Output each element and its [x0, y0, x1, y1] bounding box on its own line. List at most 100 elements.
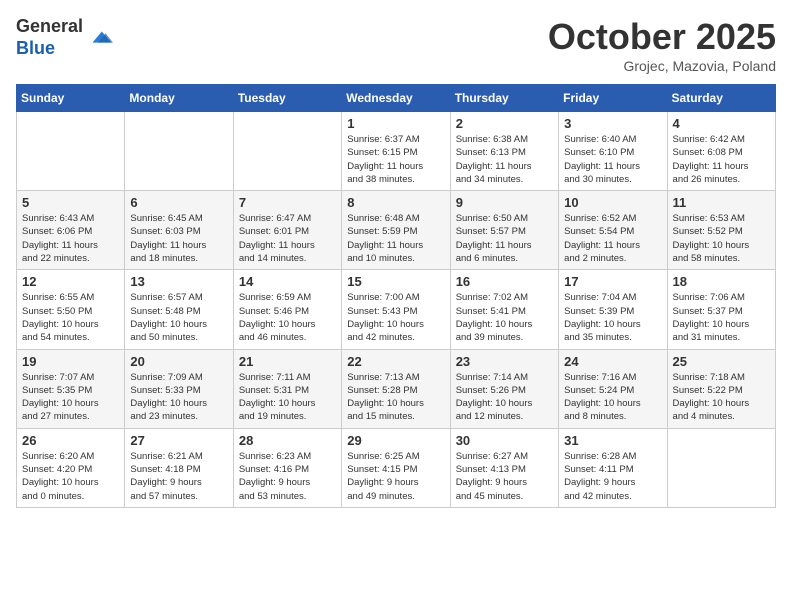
day-info: Sunrise: 7:09 AM Sunset: 5:33 PM Dayligh…: [130, 371, 227, 424]
day-number: 12: [22, 274, 119, 289]
day-header-wednesday: Wednesday: [342, 85, 450, 112]
calendar-cell: [233, 112, 341, 191]
calendar-cell: 11Sunrise: 6:53 AM Sunset: 5:52 PM Dayli…: [667, 191, 775, 270]
calendar-cell: [17, 112, 125, 191]
location: Grojec, Mazovia, Poland: [548, 58, 776, 74]
day-number: 26: [22, 433, 119, 448]
calendar-cell: [125, 112, 233, 191]
day-number: 20: [130, 354, 227, 369]
calendar-cell: 2 Sunrise: 6:38 AM Sunset: 6:13 PM Daylig…: [450, 112, 558, 191]
day-info: Sunrise: 6:55 AM Sunset: 5:50 PM Dayligh…: [22, 291, 119, 344]
day-info: Sunrise: 6:37 AM Sunset: 6:15 PM Dayligh…: [347, 133, 444, 186]
day-info: Sunrise: 6:20 AM Sunset: 4:20 PM Dayligh…: [22, 450, 119, 503]
calendar-table: SundayMondayTuesdayWednesdayThursdayFrid…: [16, 84, 776, 508]
day-number: 16: [456, 274, 553, 289]
logo-general: General: [16, 16, 83, 36]
title-block: October 2025 Grojec, Mazovia, Poland: [548, 16, 776, 74]
day-header-monday: Monday: [125, 85, 233, 112]
day-info: Sunrise: 6:52 AM Sunset: 5:54 PM Dayligh…: [564, 212, 661, 265]
day-number: 13: [130, 274, 227, 289]
calendar-cell: 6Sunrise: 6:45 AM Sunset: 6:03 PM Daylig…: [125, 191, 233, 270]
calendar-cell: [667, 428, 775, 507]
day-info: Sunrise: 6:43 AM Sunset: 6:06 PM Dayligh…: [22, 212, 119, 265]
calendar-cell: 4 Sunrise: 6:42 AM Sunset: 6:08 PM Daylig…: [667, 112, 775, 191]
calendar-cell: 10 Sunrise: 6:52 AM Sunset: 5:54 PM Dayli…: [559, 191, 667, 270]
calendar-cell: 30 Sunrise: 6:27 AM Sunset: 4:13 PM Dayli…: [450, 428, 558, 507]
day-info: Sunrise: 6:40 AM Sunset: 6:10 PM Dayligh…: [564, 133, 661, 186]
day-number: 25: [673, 354, 770, 369]
day-info: Sunrise: 6:38 AM Sunset: 6:13 PM Dayligh…: [456, 133, 553, 186]
calendar-cell: 26 Sunrise: 6:20 AM Sunset: 4:20 PM Dayli…: [17, 428, 125, 507]
day-header-tuesday: Tuesday: [233, 85, 341, 112]
day-number: 7: [239, 195, 336, 210]
day-number: 14: [239, 274, 336, 289]
day-number: 29: [347, 433, 444, 448]
calendar-cell: 3Sunrise: 6:40 AM Sunset: 6:10 PM Daylig…: [559, 112, 667, 191]
calendar-cell: 16 Sunrise: 7:02 AM Sunset: 5:41 PM Dayli…: [450, 270, 558, 349]
day-header-sunday: Sunday: [17, 85, 125, 112]
day-info: Sunrise: 6:50 AM Sunset: 5:57 PM Dayligh…: [456, 212, 553, 265]
day-number: 10: [564, 195, 661, 210]
day-info: Sunrise: 6:27 AM Sunset: 4:13 PM Dayligh…: [456, 450, 553, 503]
calendar-cell: 12 Sunrise: 6:55 AM Sunset: 5:50 PM Dayli…: [17, 270, 125, 349]
calendar-cell: 27 Sunrise: 6:21 AM Sunset: 4:18 PM Dayli…: [125, 428, 233, 507]
day-number: 2: [456, 116, 553, 131]
day-info: Sunrise: 7:07 AM Sunset: 5:35 PM Dayligh…: [22, 371, 119, 424]
calendar-cell: 20 Sunrise: 7:09 AM Sunset: 5:33 PM Dayli…: [125, 349, 233, 428]
calendar-cell: 9 Sunrise: 6:50 AM Sunset: 5:57 PM Daylig…: [450, 191, 558, 270]
calendar-week-row: 1Sunrise: 6:37 AM Sunset: 6:15 PM Daylig…: [17, 112, 776, 191]
day-info: Sunrise: 7:02 AM Sunset: 5:41 PM Dayligh…: [456, 291, 553, 344]
day-header-saturday: Saturday: [667, 85, 775, 112]
calendar-cell: 21 Sunrise: 7:11 AM Sunset: 5:31 PM Dayli…: [233, 349, 341, 428]
day-info: Sunrise: 7:04 AM Sunset: 5:39 PM Dayligh…: [564, 291, 661, 344]
day-number: 5: [22, 195, 119, 210]
day-number: 17: [564, 274, 661, 289]
calendar-week-row: 12 Sunrise: 6:55 AM Sunset: 5:50 PM Dayli…: [17, 270, 776, 349]
day-number: 22: [347, 354, 444, 369]
day-number: 23: [456, 354, 553, 369]
calendar-cell: 31Sunrise: 6:28 AM Sunset: 4:11 PM Dayli…: [559, 428, 667, 507]
day-info: Sunrise: 6:47 AM Sunset: 6:01 PM Dayligh…: [239, 212, 336, 265]
day-number: 9: [456, 195, 553, 210]
day-info: Sunrise: 6:23 AM Sunset: 4:16 PM Dayligh…: [239, 450, 336, 503]
day-number: 30: [456, 433, 553, 448]
calendar-cell: 18Sunrise: 7:06 AM Sunset: 5:37 PM Dayli…: [667, 270, 775, 349]
day-info: Sunrise: 6:21 AM Sunset: 4:18 PM Dayligh…: [130, 450, 227, 503]
calendar-cell: 14 Sunrise: 6:59 AM Sunset: 5:46 PM Dayli…: [233, 270, 341, 349]
day-number: 27: [130, 433, 227, 448]
day-number: 8: [347, 195, 444, 210]
day-number: 15: [347, 274, 444, 289]
calendar-header-row: SundayMondayTuesdayWednesdayThursdayFrid…: [17, 85, 776, 112]
day-number: 28: [239, 433, 336, 448]
day-number: 4: [673, 116, 770, 131]
calendar-cell: 28 Sunrise: 6:23 AM Sunset: 4:16 PM Dayli…: [233, 428, 341, 507]
day-info: Sunrise: 6:59 AM Sunset: 5:46 PM Dayligh…: [239, 291, 336, 344]
calendar-cell: 8Sunrise: 6:48 AM Sunset: 5:59 PM Daylig…: [342, 191, 450, 270]
calendar-cell: 7 Sunrise: 6:47 AM Sunset: 6:01 PM Daylig…: [233, 191, 341, 270]
calendar-cell: 29 Sunrise: 6:25 AM Sunset: 4:15 PM Dayli…: [342, 428, 450, 507]
calendar-week-row: 5 Sunrise: 6:43 AM Sunset: 6:06 PM Daylig…: [17, 191, 776, 270]
day-info: Sunrise: 7:16 AM Sunset: 5:24 PM Dayligh…: [564, 371, 661, 424]
calendar-cell: 19 Sunrise: 7:07 AM Sunset: 5:35 PM Dayli…: [17, 349, 125, 428]
logo-icon: [85, 24, 113, 52]
day-number: 6: [130, 195, 227, 210]
day-info: Sunrise: 6:25 AM Sunset: 4:15 PM Dayligh…: [347, 450, 444, 503]
calendar-cell: 13Sunrise: 6:57 AM Sunset: 5:48 PM Dayli…: [125, 270, 233, 349]
calendar-cell: 24 Sunrise: 7:16 AM Sunset: 5:24 PM Dayli…: [559, 349, 667, 428]
day-info: Sunrise: 7:06 AM Sunset: 5:37 PM Dayligh…: [673, 291, 770, 344]
calendar-cell: 22 Sunrise: 7:13 AM Sunset: 5:28 PM Dayli…: [342, 349, 450, 428]
calendar-week-row: 26 Sunrise: 6:20 AM Sunset: 4:20 PM Dayli…: [17, 428, 776, 507]
page-header: General Blue October 2025 Grojec, Mazovi…: [16, 16, 776, 74]
day-number: 21: [239, 354, 336, 369]
day-number: 19: [22, 354, 119, 369]
calendar-cell: 15 Sunrise: 7:00 AM Sunset: 5:43 PM Dayli…: [342, 270, 450, 349]
logo: General Blue: [16, 16, 113, 59]
day-info: Sunrise: 7:18 AM Sunset: 5:22 PM Dayligh…: [673, 371, 770, 424]
day-info: Sunrise: 7:13 AM Sunset: 5:28 PM Dayligh…: [347, 371, 444, 424]
day-info: Sunrise: 6:42 AM Sunset: 6:08 PM Dayligh…: [673, 133, 770, 186]
calendar-cell: 23Sunrise: 7:14 AM Sunset: 5:26 PM Dayli…: [450, 349, 558, 428]
day-info: Sunrise: 7:11 AM Sunset: 5:31 PM Dayligh…: [239, 371, 336, 424]
day-number: 24: [564, 354, 661, 369]
day-info: Sunrise: 7:00 AM Sunset: 5:43 PM Dayligh…: [347, 291, 444, 344]
day-number: 11: [673, 195, 770, 210]
